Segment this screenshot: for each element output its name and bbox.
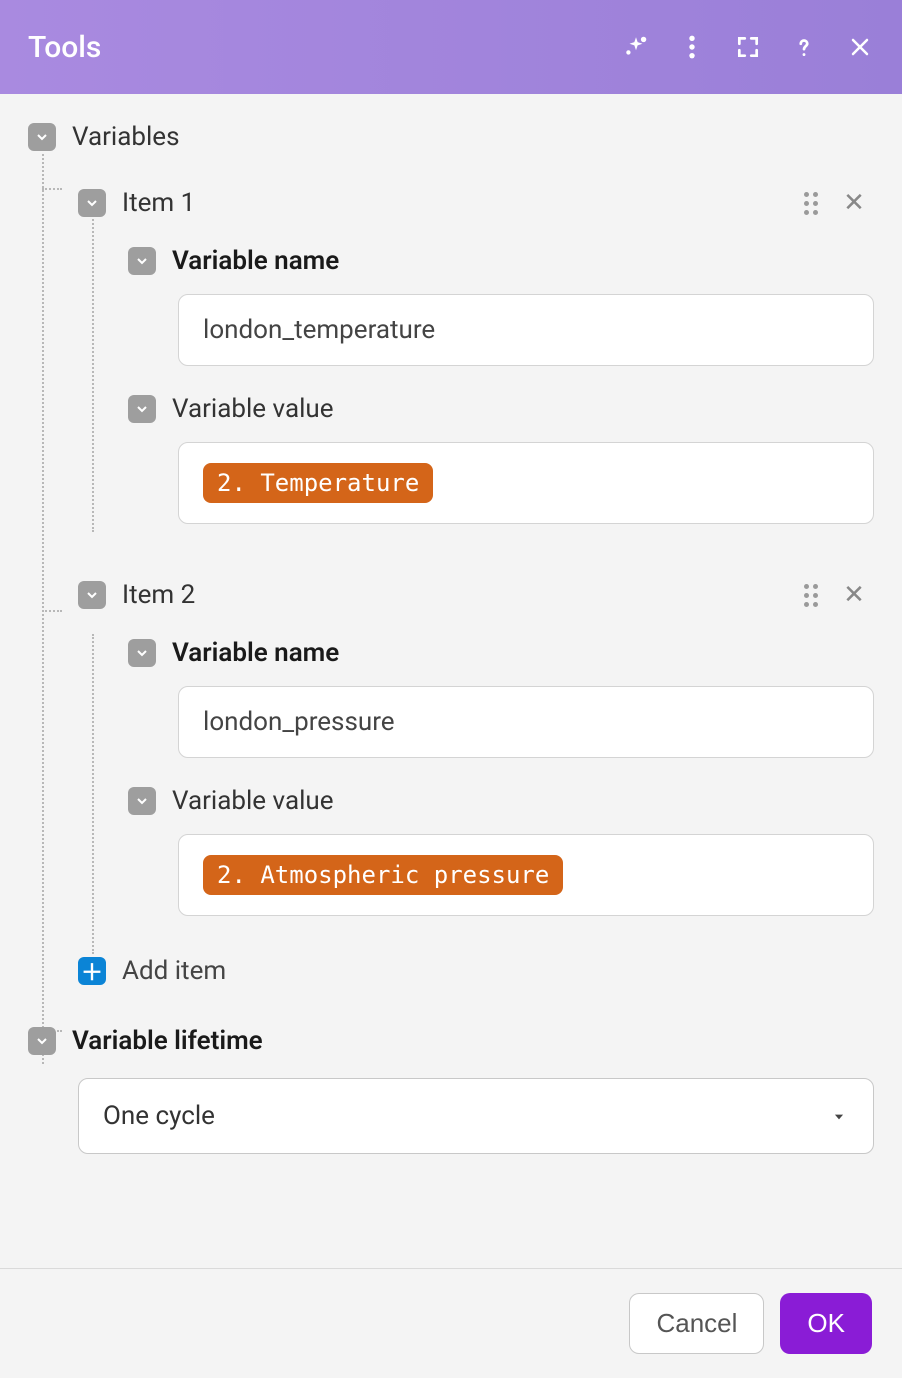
tree-guide [92, 634, 94, 954]
value-chip: 2. Temperature [203, 463, 433, 503]
variable-item: Item 1 ✕ Variable name [78, 188, 874, 276]
remove-item-button[interactable]: ✕ [842, 580, 866, 610]
item-actions: ✕ [804, 188, 874, 218]
lifetime-label: Variable lifetime [72, 1026, 263, 1056]
tree-guide [42, 610, 62, 612]
lifetime-section: Variable lifetime One cycle [28, 1026, 874, 1154]
variables-section-row: Variables [28, 122, 874, 152]
collapse-toggle[interactable] [128, 395, 156, 423]
drag-handle-icon[interactable] [804, 192, 818, 215]
variable-value-picker[interactable]: 2. Temperature [178, 442, 874, 524]
expand-icon[interactable] [734, 33, 762, 61]
field-label: Variable name [172, 246, 339, 276]
collapse-toggle[interactable] [28, 1027, 56, 1055]
tree-guide [42, 188, 62, 190]
variable-item: Item 2 ✕ Variable name [78, 580, 874, 668]
drag-handle-icon[interactable] [804, 584, 818, 607]
input-wrap: 2. Temperature [178, 442, 874, 524]
field-label: Variable value [172, 786, 334, 816]
item-actions: ✕ [804, 580, 874, 610]
dialog-title: Tools [28, 30, 622, 65]
ok-button[interactable]: OK [780, 1293, 872, 1354]
add-item-button[interactable]: ＋ [78, 957, 106, 985]
remove-item-button[interactable]: ✕ [842, 188, 866, 218]
dialog-body: Variables Item 1 ✕ Variable name [0, 94, 902, 1268]
lifetime-select[interactable]: One cycle [78, 1078, 874, 1154]
collapse-toggle[interactable] [128, 639, 156, 667]
input-wrap [178, 276, 874, 366]
variable-value-field: Variable value [128, 394, 874, 424]
sparkle-icon[interactable] [622, 33, 650, 61]
variables-label: Variables [72, 122, 180, 152]
item-title: Item 2 [122, 580, 788, 610]
variable-name-field: Variable name [128, 638, 874, 668]
field-label: Variable value [172, 394, 334, 424]
collapse-toggle[interactable] [78, 189, 106, 217]
item-title: Item 1 [122, 188, 788, 218]
tree-guide [42, 154, 44, 1064]
dialog-header: Tools [0, 0, 902, 94]
collapse-toggle[interactable] [28, 123, 56, 151]
collapse-toggle[interactable] [128, 787, 156, 815]
add-item-label: Add item [122, 956, 226, 986]
collapse-toggle[interactable] [78, 581, 106, 609]
input-wrap [178, 668, 874, 758]
variable-value-picker[interactable]: 2. Atmospheric pressure [178, 834, 874, 916]
variable-name-input[interactable] [178, 686, 874, 758]
collapse-toggle[interactable] [128, 247, 156, 275]
header-actions [622, 33, 874, 61]
input-wrap: 2. Atmospheric pressure [178, 834, 874, 916]
help-icon[interactable] [790, 33, 818, 61]
value-chip: 2. Atmospheric pressure [203, 855, 563, 895]
kebab-menu-icon[interactable] [678, 33, 706, 61]
chevron-down-icon [829, 1101, 849, 1131]
variable-name-field: Variable name [128, 246, 874, 276]
close-icon[interactable] [846, 33, 874, 61]
field-label: Variable name [172, 638, 339, 668]
variable-name-input[interactable] [178, 294, 874, 366]
add-item-row: ＋ Add item [78, 956, 874, 986]
dialog-footer: Cancel OK [0, 1268, 902, 1378]
lifetime-value: One cycle [103, 1101, 215, 1131]
variable-value-field: Variable value [128, 786, 874, 816]
item-header: Item 2 ✕ [78, 580, 874, 610]
item-header: Item 1 ✕ [78, 188, 874, 218]
cancel-button[interactable]: Cancel [629, 1293, 764, 1354]
